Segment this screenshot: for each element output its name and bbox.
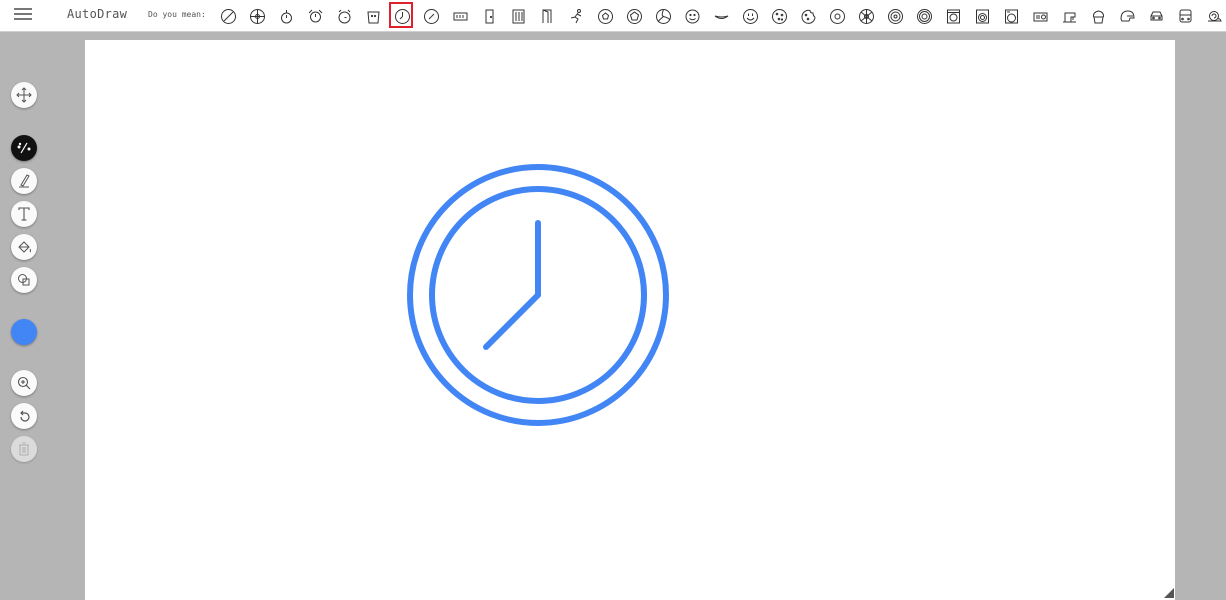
- delete-button[interactable]: [11, 436, 37, 462]
- snail-icon: [1208, 10, 1222, 21]
- hamburger-menu-icon[interactable]: [14, 7, 32, 23]
- zoom-icon: [17, 376, 31, 390]
- alarm-clock-icon: [338, 9, 351, 23]
- sewing-machine-icon: [1063, 12, 1076, 22]
- door-icon: [485, 9, 494, 23]
- volleyball-icon: [656, 8, 671, 24]
- smiley-face-icon: [685, 9, 700, 23]
- suggestion-volleyball[interactable]: [649, 3, 678, 29]
- suggestion-radio[interactable]: [1026, 3, 1055, 29]
- suggestion-smiley-face[interactable]: [678, 3, 707, 29]
- suggestion-prompt: Do you mean:: [148, 10, 206, 19]
- shapes-icon: [18, 274, 30, 286]
- suggestion-stopwatch-small[interactable]: [272, 3, 301, 29]
- clock-hour-hand: [483, 292, 541, 350]
- suggestion-building[interactable]: [504, 3, 533, 29]
- text-icon: [18, 207, 30, 221]
- suggestion-clock-alt[interactable]: [417, 3, 446, 29]
- autodraw-tool-button[interactable]: [11, 135, 37, 161]
- move-tool-button[interactable]: [11, 82, 37, 108]
- doorway-icon: [542, 9, 552, 23]
- mouth-icon: [714, 15, 729, 19]
- suggestion-list: [214, 2, 1226, 29]
- trash-icon: [19, 442, 29, 456]
- suggestion-donut[interactable]: [823, 3, 852, 29]
- suggestion-clock-slash[interactable]: [214, 3, 243, 29]
- suggestion-wheel-spoked[interactable]: [881, 3, 910, 29]
- shape-tool-button[interactable]: [11, 267, 37, 293]
- suggestion-alarm-clock[interactable]: [330, 3, 359, 29]
- bucket-face-icon: [367, 11, 380, 23]
- undo-icon: [20, 410, 30, 422]
- soccer-ball-icon: [598, 8, 613, 24]
- clock-slash-icon: [221, 8, 236, 24]
- suggestion-door[interactable]: [475, 3, 504, 29]
- suggestion-washer[interactable]: [968, 3, 997, 29]
- helmet-icon: [1120, 9, 1135, 21]
- clock-icon: [395, 8, 410, 24]
- runner-icon: [570, 8, 582, 23]
- building-icon: [512, 9, 525, 23]
- top-bar: AutoDraw Do you mean:: [0, 0, 1226, 32]
- washer-front-icon: [1005, 9, 1018, 23]
- cupcake-icon: [1092, 9, 1105, 23]
- draw-tool-button[interactable]: [11, 168, 37, 194]
- suggestion-mouth[interactable]: [707, 3, 736, 29]
- ball-pentagon-icon: [627, 8, 642, 24]
- happy-face-icon: [743, 8, 758, 24]
- washing-machine-icon: [947, 9, 960, 23]
- suggestion-car-front[interactable]: [1142, 3, 1171, 29]
- app-title: AutoDraw: [67, 7, 128, 21]
- suggestion-runner[interactable]: [562, 3, 591, 29]
- cookie-bitten-icon: [801, 9, 816, 24]
- pencil-icon: [19, 174, 30, 188]
- text-tool-button[interactable]: [11, 201, 37, 227]
- suggestion-snail[interactable]: [1200, 3, 1226, 29]
- digital-display-icon: [453, 12, 468, 20]
- suggestion-bucket-face[interactable]: [359, 3, 388, 29]
- suggestion-wheel[interactable]: [852, 3, 881, 29]
- fill-tool-button[interactable]: [11, 234, 37, 260]
- suggestion-doorway[interactable]: [533, 3, 562, 29]
- clock-drawing[interactable]: [405, 163, 670, 428]
- alarm-clock-bells-icon: [308, 9, 323, 22]
- suggestion-cookie-bitten[interactable]: [794, 3, 823, 29]
- canvas-resize-handle[interactable]: [1164, 588, 1174, 598]
- suggestion-happy-face[interactable]: [736, 3, 765, 29]
- paint-bucket-icon: [18, 241, 31, 253]
- suggestion-helmet[interactable]: [1113, 3, 1142, 29]
- radio-icon: [1033, 12, 1048, 21]
- suggestion-ball-pentagon[interactable]: [620, 3, 649, 29]
- zoom-tool-button[interactable]: [11, 370, 37, 396]
- suggestion-soccer-ball[interactable]: [591, 3, 620, 29]
- suggestion-sewing-machine[interactable]: [1055, 3, 1084, 29]
- suggestion-cupcake[interactable]: [1084, 3, 1113, 29]
- suggestion-bus-front[interactable]: [1171, 3, 1200, 29]
- suggestion-cookie[interactable]: [765, 3, 794, 29]
- wheel-spoked-icon: [888, 8, 903, 24]
- suggestion-wheel-tire[interactable]: [910, 3, 939, 29]
- washer-icon: [976, 9, 989, 23]
- car-front-icon: [1150, 11, 1163, 20]
- suggestion-washer-front[interactable]: [997, 3, 1026, 29]
- steering-wheel-icon: [250, 8, 265, 24]
- suggestion-alarm-clock-bells[interactable]: [301, 3, 330, 29]
- wheel-icon: [859, 8, 874, 24]
- suggestion-digital-display[interactable]: [446, 3, 475, 29]
- cookie-icon: [772, 8, 787, 24]
- move-arrows-icon: [16, 87, 32, 103]
- undo-button[interactable]: [11, 403, 37, 429]
- donut-icon: [830, 8, 845, 24]
- color-picker-button[interactable]: [11, 319, 37, 345]
- suggestion-clock[interactable]: [388, 2, 417, 29]
- suggestion-steering-wheel[interactable]: [243, 3, 272, 29]
- bus-front-icon: [1179, 9, 1192, 22]
- clock-alt-icon: [424, 8, 439, 24]
- stopwatch-small-icon: [281, 9, 292, 23]
- autodraw-pen-icon: [17, 142, 31, 154]
- wheel-tire-icon: [917, 8, 932, 24]
- suggestion-washing-machine[interactable]: [939, 3, 968, 29]
